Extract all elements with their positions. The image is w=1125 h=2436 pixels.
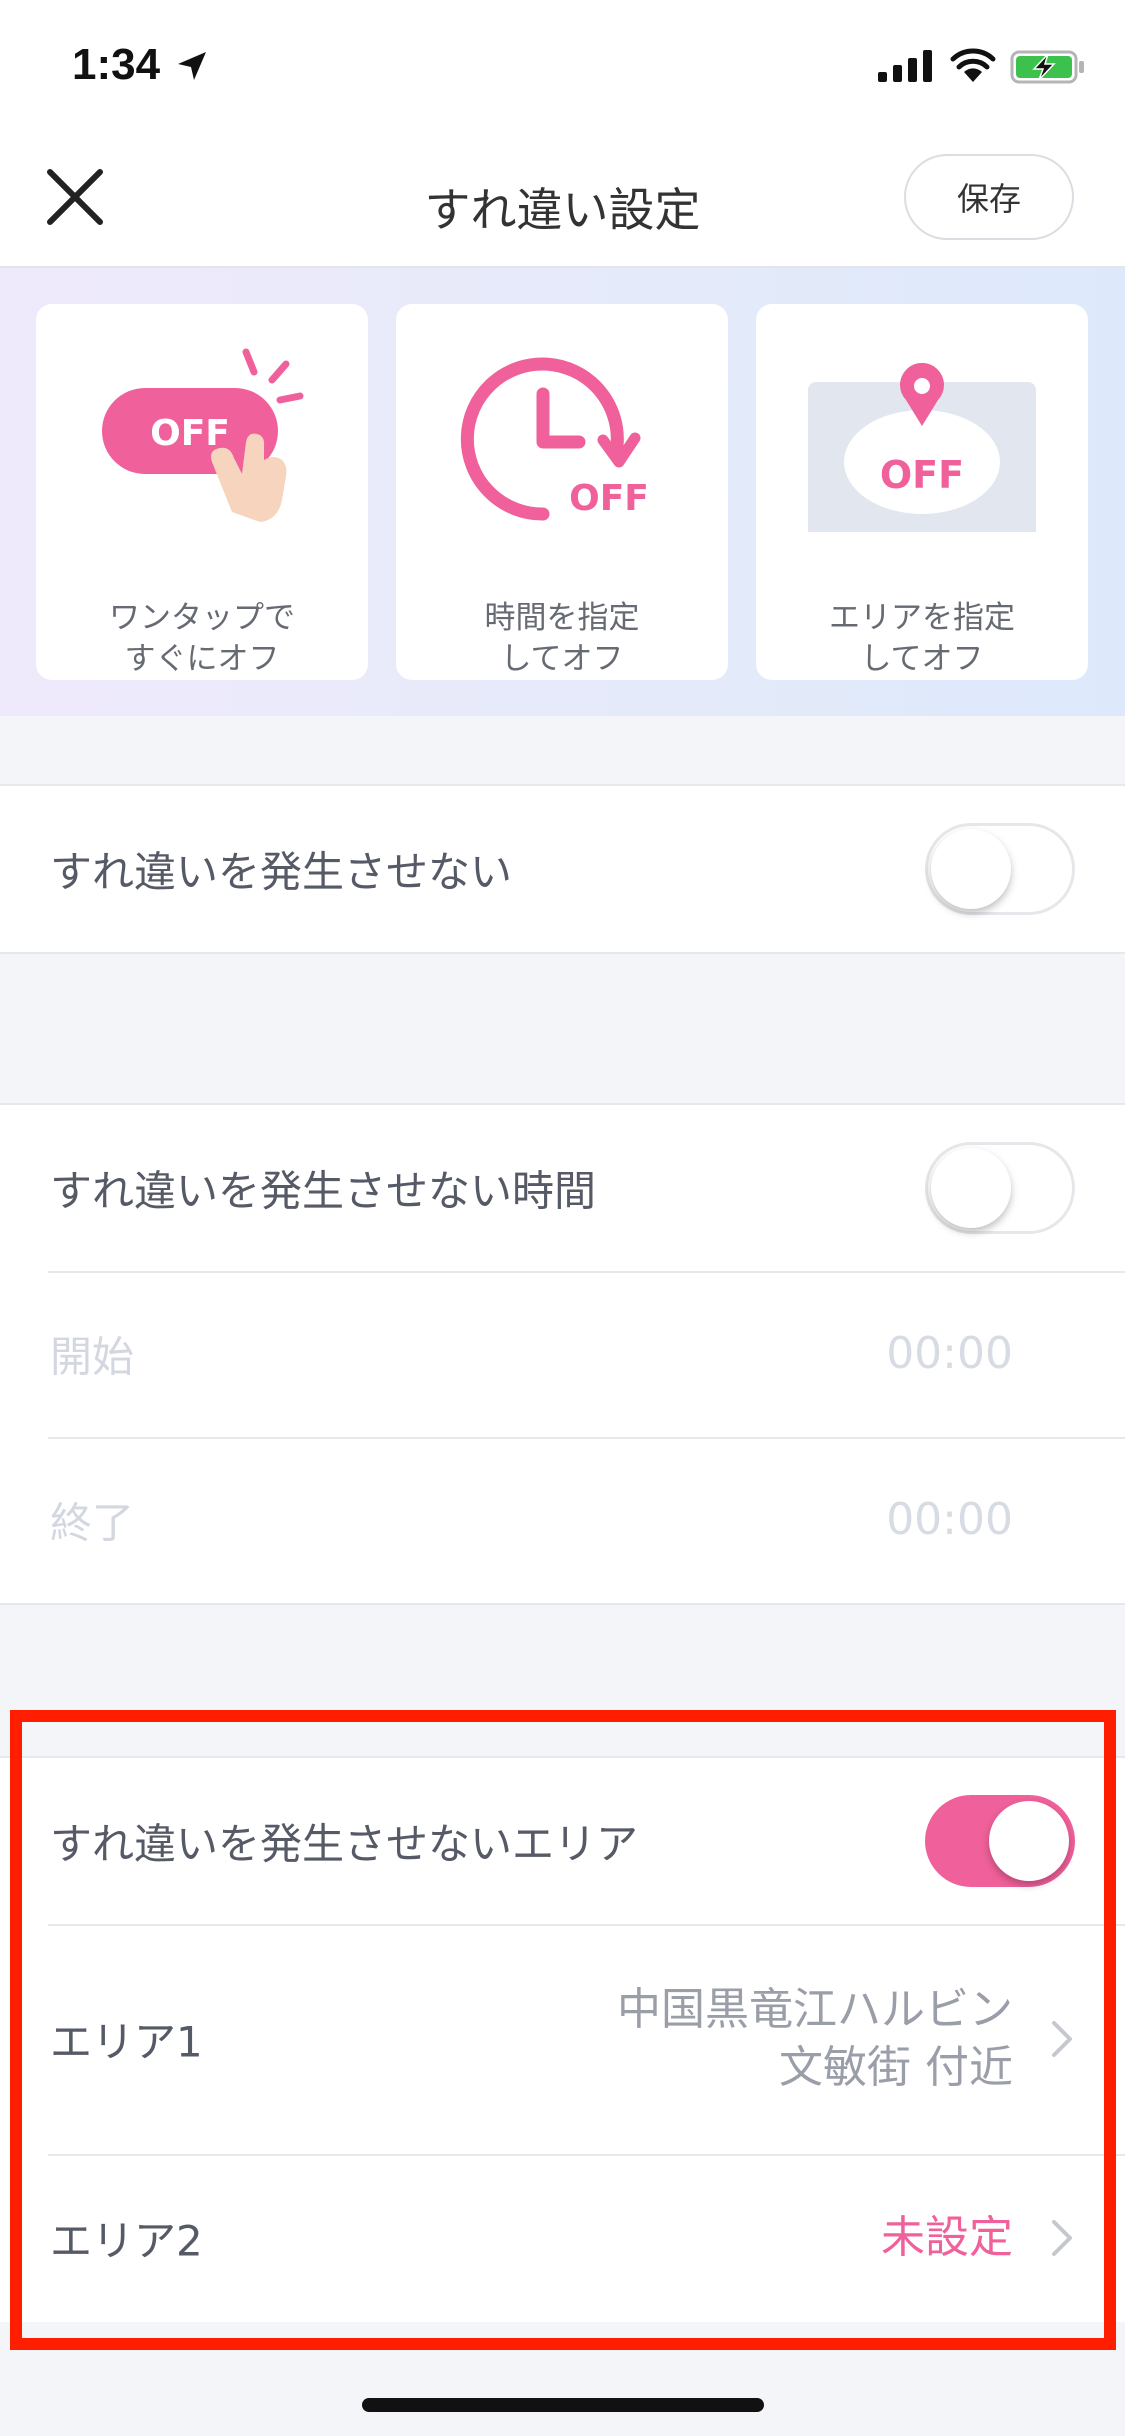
location-arrow-icon: [178, 52, 206, 80]
feature-card-time: OFF 時間を指定 してオフ: [396, 304, 728, 680]
disable-all-label: すれ違いを発生させない: [50, 847, 513, 897]
row-time-start[interactable]: 開始 00:00: [0, 1271, 1125, 1437]
cellular-signal-icon: [878, 50, 932, 82]
row-disable-all: すれ違いを発生させない: [0, 786, 1125, 952]
chevron-right-icon: [1052, 2021, 1072, 2057]
toggle-knob: [931, 829, 1011, 909]
row-time-end[interactable]: 終了 00:00: [0, 1437, 1125, 1603]
end-time-value: 00:00: [886, 1494, 1013, 1545]
row-disable-area: すれ違いを発生させないエリア: [0, 1758, 1125, 1924]
clock-off-icon: OFF: [460, 357, 649, 521]
section-disable-time: すれ違いを発生させない時間 開始 00:00 終了 00:00: [0, 1103, 1125, 1605]
area1-label: エリア1: [50, 2017, 203, 2067]
time-off-text: OFF: [569, 478, 649, 519]
area-off-icon: OFF: [808, 362, 1036, 532]
save-button[interactable]: 保存: [904, 154, 1074, 240]
section-disable-all: すれ違いを発生させない: [0, 784, 1125, 954]
row-area-1[interactable]: エリア1 中国黒竜江ハルビン 文敏街 付近: [0, 1924, 1125, 2154]
time-caption: 時間を指定 してオフ: [484, 600, 640, 677]
disable-time-toggle[interactable]: [925, 1142, 1075, 1234]
home-indicator[interactable]: [362, 2398, 764, 2412]
area-caption: エリアを指定 してオフ: [829, 600, 1015, 677]
disable-area-toggle[interactable]: [925, 1795, 1075, 1887]
one-tap-off-icon: OFF: [102, 348, 304, 522]
toggle-knob: [931, 1148, 1011, 1228]
start-time-label: 開始: [50, 1332, 135, 1382]
wifi-icon: [950, 48, 996, 82]
disable-all-toggle[interactable]: [925, 823, 1075, 915]
status-bar: 1:34: [0, 0, 1125, 132]
row-disable-time: すれ違いを発生させない時間: [0, 1105, 1125, 1271]
end-time-label: 終了: [50, 1498, 135, 1548]
feature-card-one-tap: OFF ワンタップで すぐにオフ: [36, 304, 368, 680]
navigation-bar: すれ違い設定 保存: [0, 132, 1125, 268]
disable-area-label: すれ違いを発生させないエリア: [50, 1819, 639, 1869]
chevron-right-icon: [1052, 2220, 1072, 2256]
one-tap-caption: ワンタップで すぐにオフ: [109, 600, 295, 677]
area2-label: エリア2: [50, 2216, 203, 2266]
section-disable-area: すれ違いを発生させないエリア エリア1 中国黒竜江ハルビン 文敏街 付近 エリア…: [0, 1756, 1125, 2322]
feature-card-area: OFF エリアを指定 してオフ: [756, 304, 1088, 680]
area2-value: 未設定: [881, 2212, 1013, 2263]
disable-time-label: すれ違いを発生させない時間: [50, 1166, 597, 1216]
feature-banner: OFF ワンタップで すぐにオフ OFF 時間を指定 してオフ OFF エリアを…: [0, 268, 1125, 716]
area-off-text: OFF: [880, 453, 964, 497]
battery-charging-icon: [1010, 50, 1084, 84]
status-time: 1:34: [72, 40, 161, 89]
area1-value: 中国黒竜江ハルビン 文敏街 付近: [617, 1984, 1013, 2093]
start-time-value: 00:00: [886, 1328, 1013, 1379]
row-area-2[interactable]: エリア2 未設定: [0, 2154, 1125, 2322]
toggle-knob: [989, 1801, 1069, 1881]
one-tap-off-text: OFF: [150, 413, 230, 454]
